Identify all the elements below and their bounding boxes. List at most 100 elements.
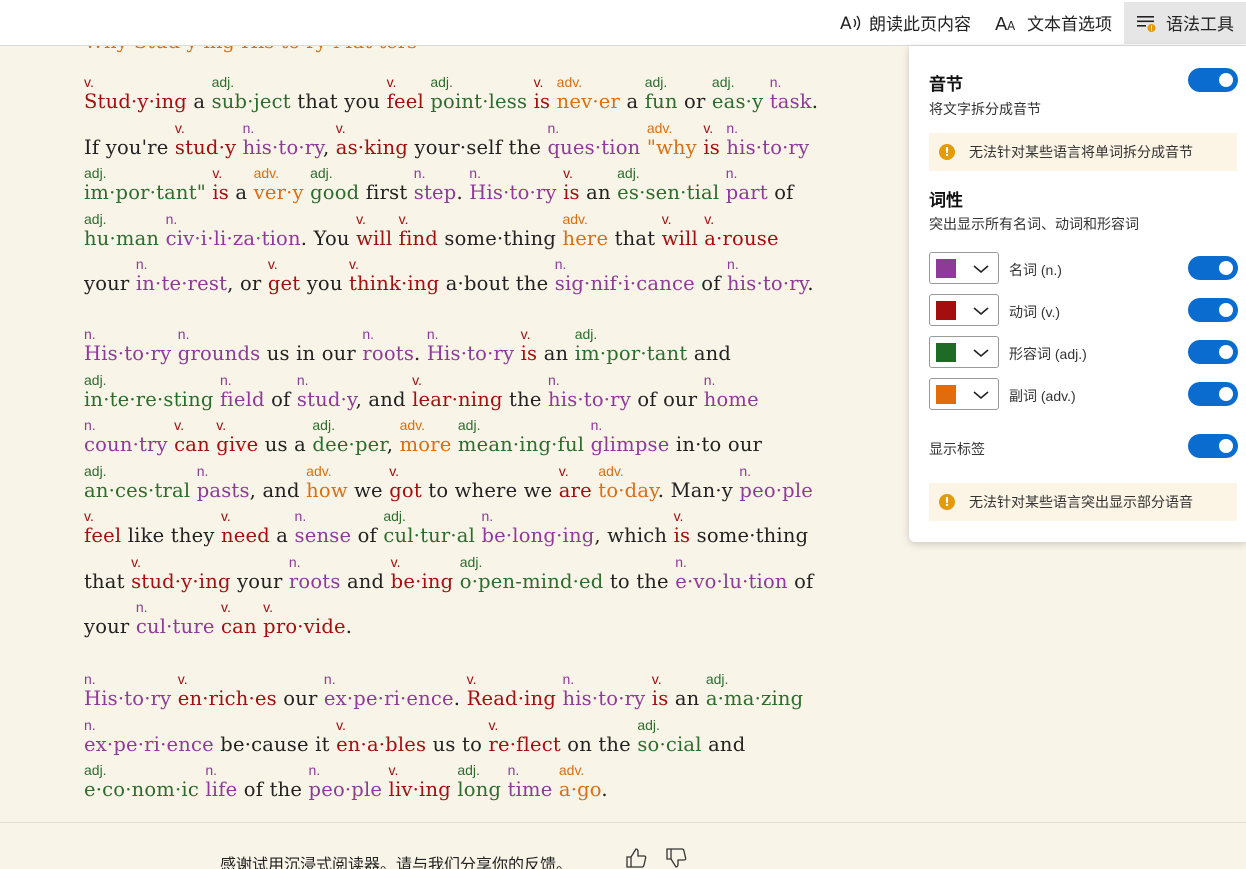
word: where — [454, 478, 518, 502]
pos-tag: adj. — [711, 74, 735, 90]
word: that — [297, 90, 338, 113]
word: an — [586, 181, 611, 204]
adverb-toggle[interactable] — [1188, 382, 1238, 406]
noun-color-picker[interactable] — [929, 252, 999, 284]
thumbs-up-icon[interactable] — [625, 847, 647, 869]
word-adj: in·te·re·sting — [84, 387, 214, 411]
word-line: your in·te·rest, or get you think·ing a·… — [84, 272, 814, 295]
pos-tag: n. — [84, 671, 96, 687]
word-noun: be·long·ing — [481, 524, 595, 547]
word: , — [322, 135, 330, 159]
word: , — [355, 387, 362, 411]
word-noun: civ·i·li·za·tion — [165, 226, 301, 250]
adjective-toggle[interactable] — [1188, 340, 1238, 364]
pos-tag: n. — [554, 256, 567, 272]
pos-tag: n. — [296, 371, 309, 388]
word-adv: nev·er — [556, 90, 621, 113]
word: to — [428, 478, 449, 502]
verb-toggle[interactable] — [1188, 298, 1238, 322]
pos-tag: v. — [563, 165, 573, 181]
syllables-notice: ! 无法针对某些语言将单词拆分成音节 — [929, 133, 1237, 171]
word-adj: es·sen·tial — [617, 181, 720, 204]
word-adj: mean·ing·ful — [457, 433, 585, 456]
pos-tag: v. — [389, 462, 400, 479]
syllables-toggle[interactable] — [1188, 68, 1238, 92]
verb-color-picker[interactable] — [929, 294, 999, 326]
word-noun: sig·nif·i·cance — [554, 272, 695, 295]
word-adj: e·co·nom·ic — [84, 778, 199, 801]
pos-tag: v. — [335, 119, 346, 136]
word-noun: coun·try — [84, 433, 168, 456]
word: and — [693, 342, 732, 365]
word: a — [294, 433, 306, 456]
parts-of-speech-title: 词性 — [929, 191, 963, 210]
word: , — [227, 272, 234, 295]
read-aloud-button[interactable]: A 朗读此页内容 — [827, 2, 983, 44]
pos-tag: n. — [769, 74, 782, 90]
word: a — [193, 90, 206, 113]
pos-tag: n. — [726, 119, 739, 136]
grammar-tools-panel: 音节 将文字拆分成音节 ! 无法针对某些语言将单词拆分成音节 词性 突出显示所有… — [909, 46, 1246, 542]
word: your — [84, 272, 130, 295]
grammar-tools-button[interactable]: 语法工具 — [1124, 1, 1246, 44]
word: . — [601, 778, 608, 801]
adjective-color-picker[interactable] — [929, 336, 999, 368]
pos-tag: adj. — [310, 165, 333, 181]
pos-tag: v. — [390, 553, 401, 570]
word-noun: roots — [362, 342, 415, 365]
word: . — [456, 181, 463, 204]
syllables-title: 音节 — [929, 75, 963, 94]
word-line: in·te·re·sting field of stud·y, and lear… — [84, 388, 759, 411]
text-preferences-label: 文本首选项 — [1027, 15, 1112, 34]
noun-label: 名词 (n.) — [1009, 262, 1062, 278]
word: that — [84, 569, 125, 593]
word-adj: im·por·tant" — [84, 181, 206, 204]
word-verb: will — [661, 226, 698, 250]
word-noun: His·to·ry — [84, 687, 172, 710]
word: you — [306, 272, 343, 295]
word: your·self — [414, 135, 503, 159]
read-aloud-icon: A — [839, 13, 861, 33]
pos-tag: v. — [220, 508, 231, 524]
word-adj: cul·tur·al — [383, 524, 476, 547]
pos-tag: v. — [488, 716, 499, 733]
show-labels-toggle[interactable] — [1188, 434, 1238, 458]
noun-toggle[interactable] — [1188, 256, 1238, 280]
pos-tag: v. — [533, 74, 544, 90]
feedback-bar: 感谢试用沉浸式阅读器。请与我们分享你的反馈。 — [0, 822, 1246, 869]
word: a·bout — [445, 272, 510, 295]
word: to — [462, 732, 483, 756]
word-adj: dee·per — [312, 433, 387, 456]
text-preferences-button[interactable]: AA 文本首选项 — [983, 2, 1124, 44]
word-line: Stud·y·ing a sub·ject that you feel poin… — [84, 90, 818, 113]
word-verb: can — [221, 615, 257, 638]
word-noun: his·to·ry — [726, 135, 810, 159]
pos-tag: n. — [703, 371, 716, 388]
parts-of-speech-notice-text: 无法针对某些语言突出显示部分语音 — [969, 494, 1193, 510]
word: us — [266, 342, 290, 365]
pos-tag: n. — [323, 671, 336, 687]
word-verb: lear·ning — [412, 387, 503, 411]
word: . — [414, 342, 421, 365]
pos-tag: adj. — [84, 762, 107, 778]
adverb-color-picker[interactable] — [929, 378, 999, 410]
word: some·thing — [444, 226, 557, 250]
word-noun: His·to·ry — [84, 342, 172, 365]
word-noun: his·to·ry — [727, 272, 808, 295]
syllables-notice-text: 无法针对某些语言将单词拆分成音节 — [969, 144, 1193, 160]
thumbs-down-icon[interactable] — [665, 847, 687, 869]
word-line: hu·man civ·i·li·za·tion. You will find s… — [84, 227, 779, 250]
pos-tag: adv. — [562, 210, 588, 227]
word-verb: Stud·y·ing — [84, 90, 187, 113]
word-adj: an·ces·tral — [84, 478, 191, 502]
pos-tag: adv. — [556, 74, 583, 90]
word-noun: His·to·ry — [469, 181, 557, 204]
pos-tag: v. — [673, 508, 684, 524]
word-verb: is — [533, 90, 551, 113]
pos-tag: v. — [177, 671, 188, 687]
word: and — [708, 732, 746, 756]
pos-tag: adj. — [84, 371, 107, 388]
word-verb: pro·vide — [263, 615, 346, 638]
word: be·cause — [220, 732, 309, 756]
word-line: coun·try can give us a dee·per, more mea… — [84, 433, 762, 456]
